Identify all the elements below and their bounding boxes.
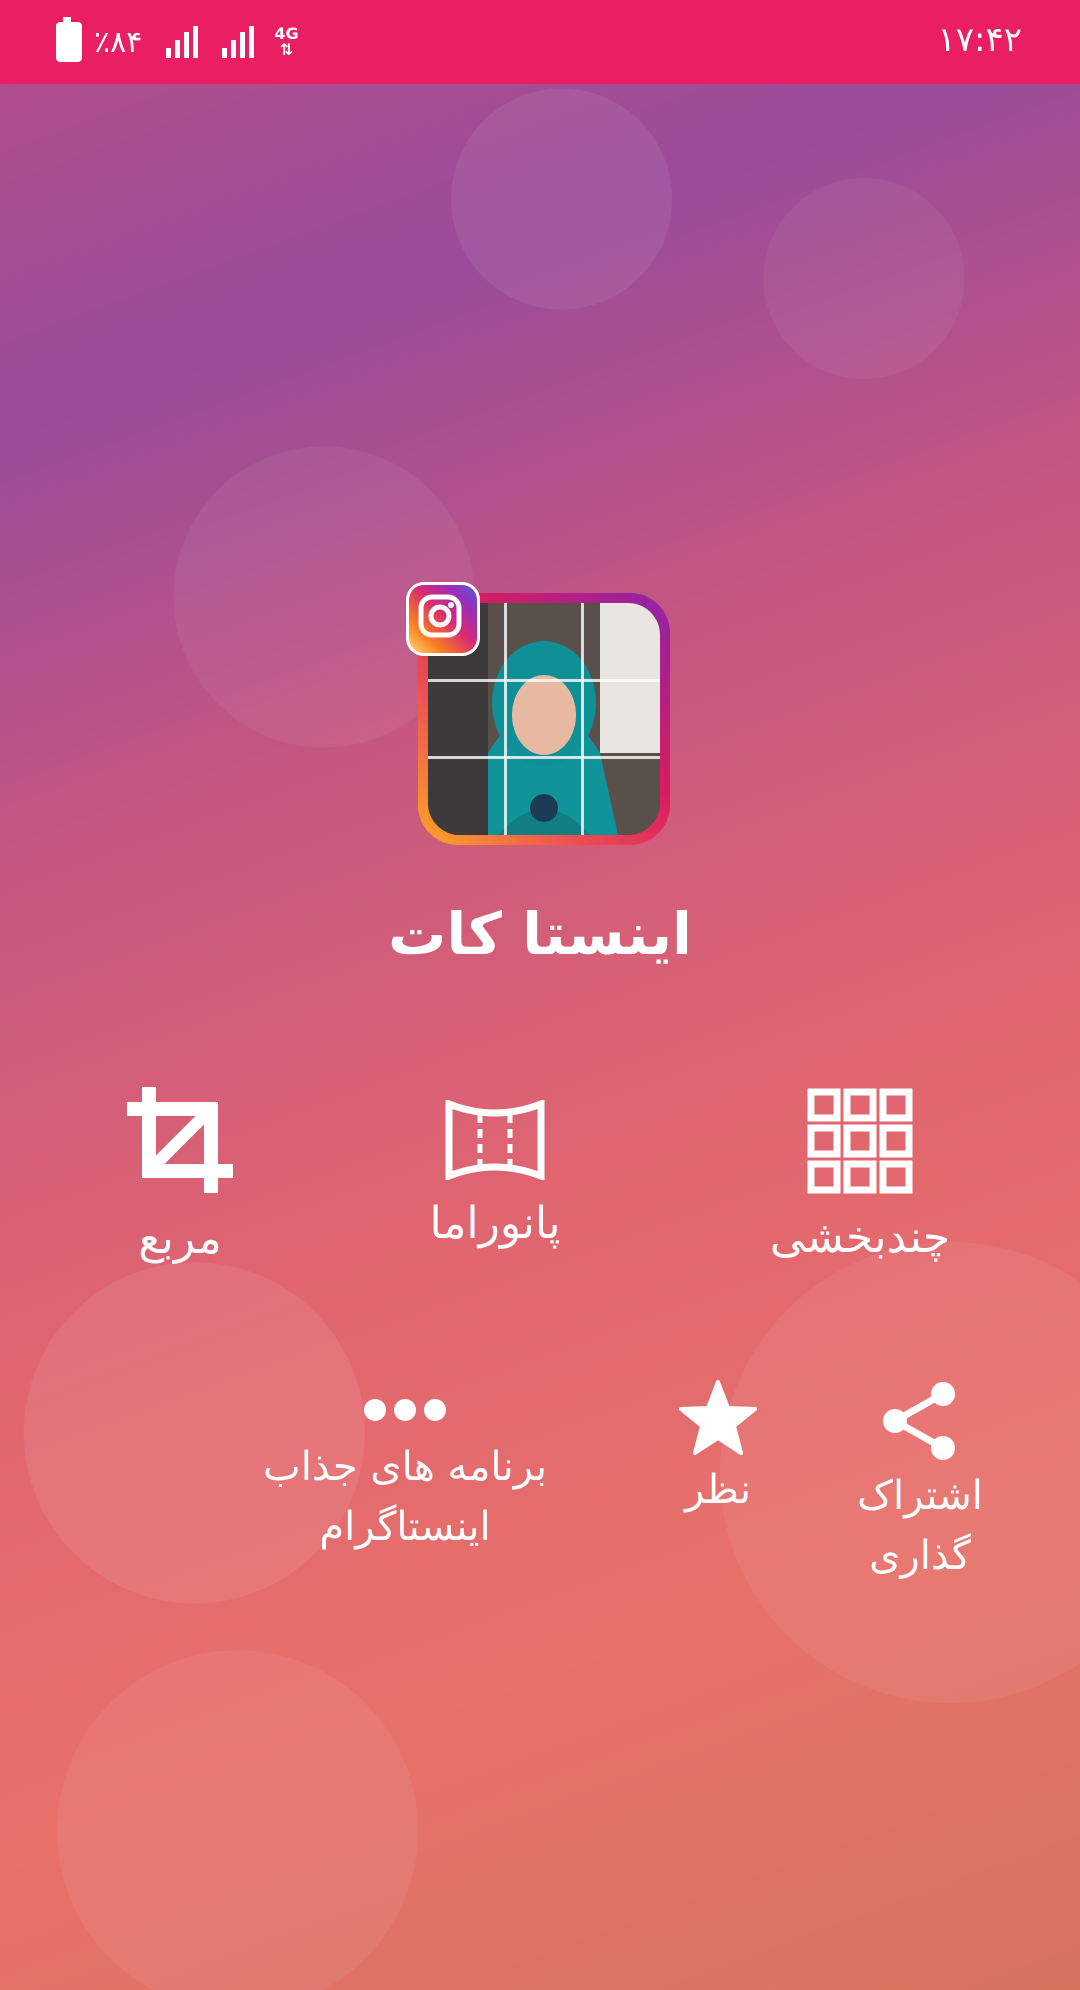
- action-label-share-2: گذاری: [869, 1533, 971, 1579]
- status-bar: ٪۸۴ 4G ⇅ ۱۷:۴۲: [0, 0, 1080, 84]
- signal-icon-2: [222, 26, 255, 58]
- status-indicators: ٪۸۴ 4G ⇅: [56, 17, 299, 62]
- background: [0, 0, 1080, 1990]
- battery-level: ٪۸۴: [94, 24, 143, 60]
- app-title: اینستا کات: [388, 900, 692, 968]
- share-button[interactable]: اشتراک گذاری: [845, 1380, 995, 1586]
- action-label-apps-2: اینستاگرام: [319, 1504, 491, 1550]
- more-dots-icon: [364, 1399, 446, 1421]
- action-label-share-1: اشتراک: [857, 1473, 983, 1519]
- star-icon: [679, 1380, 757, 1455]
- tool-label-square: مربع: [138, 1213, 222, 1264]
- status-time: ۱۷:۴۲: [937, 20, 1022, 60]
- signal-icon: [166, 26, 199, 58]
- grid-icon: [807, 1088, 913, 1194]
- instagram-apps-button[interactable]: برنامه های جذاب اینستاگرام: [250, 1395, 560, 1557]
- network-type: 4G ⇅: [274, 24, 299, 59]
- tool-label-multipart: چندبخشی: [769, 1212, 951, 1263]
- battery-icon: [56, 17, 82, 62]
- panorama-icon: [445, 1098, 545, 1182]
- panorama-button[interactable]: پانوراما: [415, 1098, 575, 1249]
- tool-label-panorama: پانوراما: [429, 1198, 561, 1249]
- instagram-icon: [406, 582, 480, 656]
- crop-icon: [127, 1087, 233, 1193]
- square-crop-button[interactable]: مربع: [100, 1085, 260, 1264]
- multi-part-button[interactable]: چندبخشی: [760, 1088, 960, 1263]
- action-label-apps-1: برنامه های جذاب: [263, 1444, 547, 1490]
- rate-button[interactable]: نظر: [668, 1380, 768, 1520]
- share-icon: [883, 1382, 955, 1460]
- action-label-rate: نظر: [684, 1467, 751, 1513]
